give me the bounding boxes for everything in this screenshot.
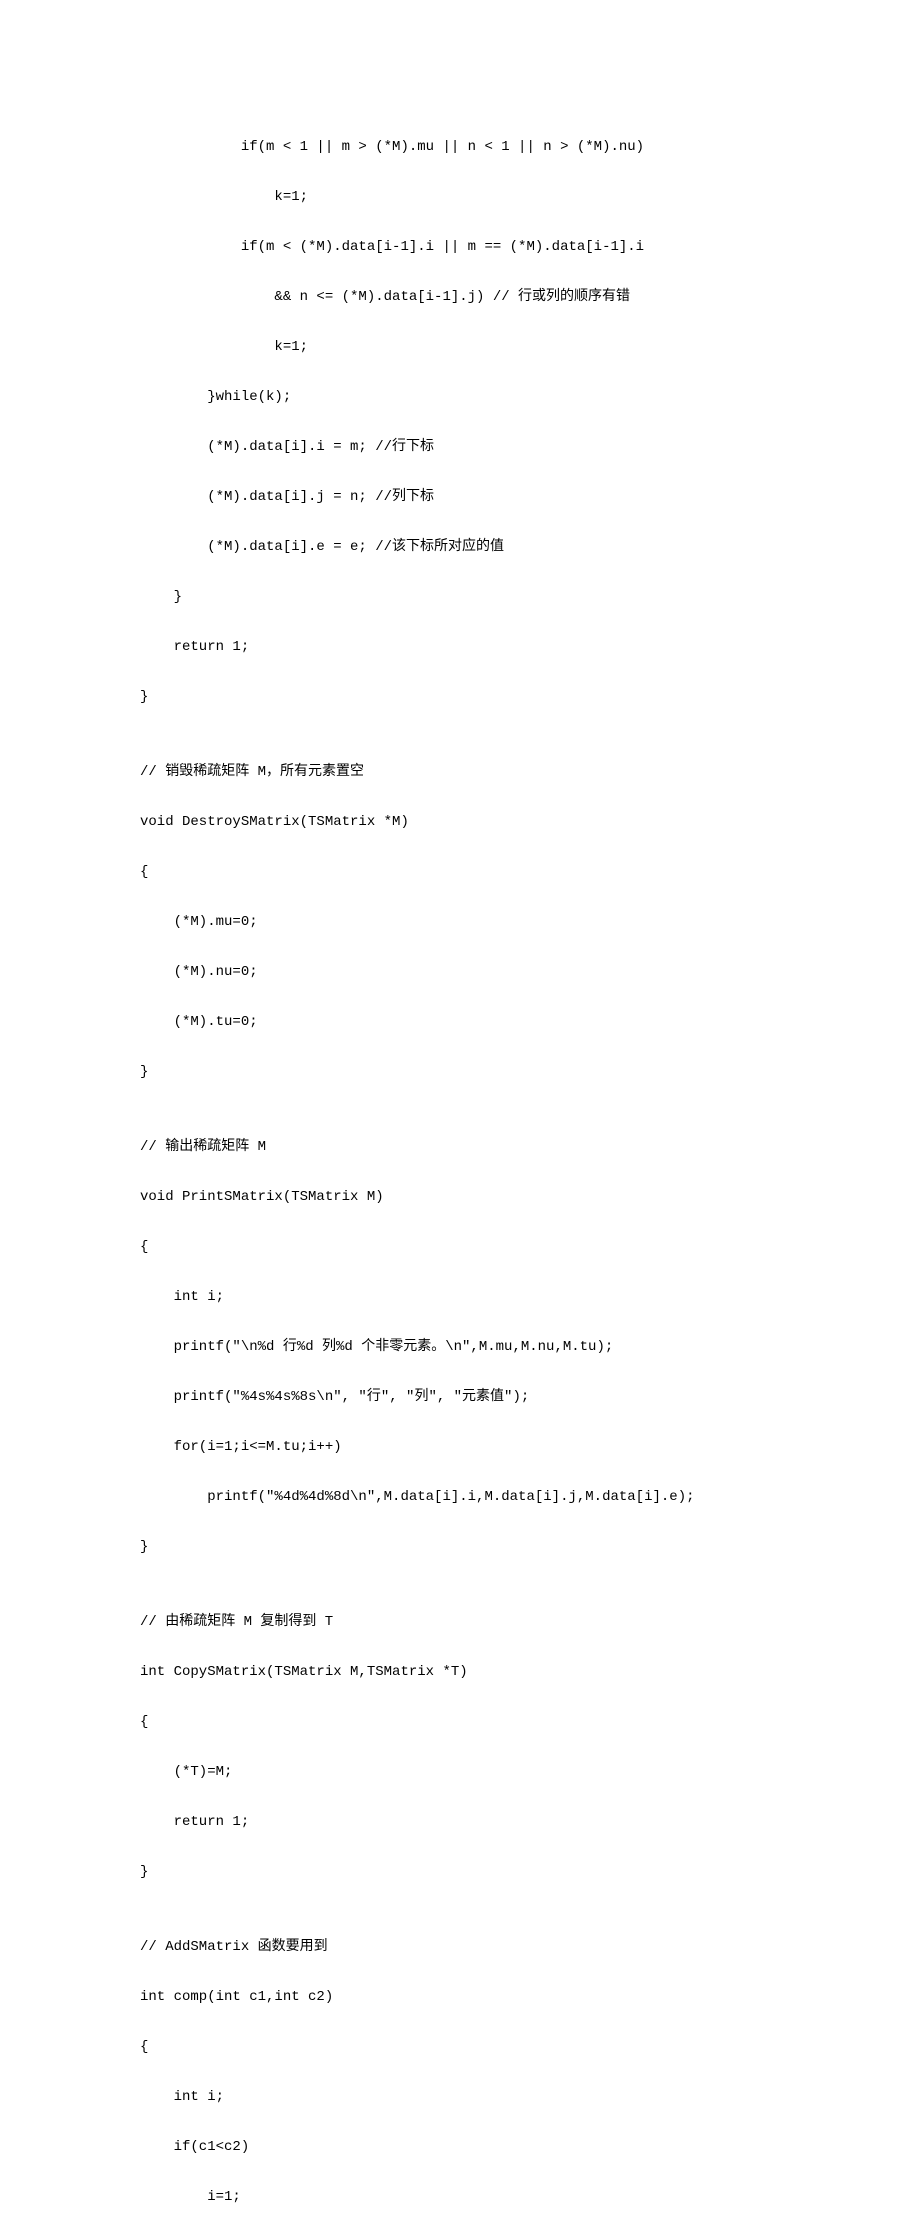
- code-line: (*T)=M;: [140, 1760, 920, 1785]
- code-line: (*M).mu=0;: [140, 910, 920, 935]
- code-line: (*M).data[i].j = n; //列下标: [140, 485, 920, 510]
- code-line: return 1;: [140, 1810, 920, 1835]
- code-line: int i;: [140, 2085, 920, 2110]
- code-line: }while(k);: [140, 385, 920, 410]
- code-line: if(m < (*M).data[i-1].i || m == (*M).dat…: [140, 235, 920, 260]
- code-line: return 1;: [140, 635, 920, 660]
- code-line: }: [140, 1060, 920, 1085]
- code-line: if(c1<c2): [140, 2135, 920, 2160]
- code-line: int comp(int c1,int c2): [140, 1985, 920, 2010]
- code-line: (*M).tu=0;: [140, 1010, 920, 1035]
- code-line: // 销毁稀疏矩阵 M，所有元素置空: [140, 760, 920, 785]
- code-line: if(m < 1 || m > (*M).mu || n < 1 || n > …: [140, 135, 920, 160]
- code-line: (*M).nu=0;: [140, 960, 920, 985]
- code-line: printf("%4d%4d%8d\n",M.data[i].i,M.data[…: [140, 1485, 920, 1510]
- code-line: void DestroySMatrix(TSMatrix *M): [140, 810, 920, 835]
- code-line: (*M).data[i].e = e; //该下标所对应的值: [140, 535, 920, 560]
- code-line: // 由稀疏矩阵 M 复制得到 T: [140, 1610, 920, 1635]
- code-line: printf("\n%d 行%d 列%d 个非零元素。\n",M.mu,M.nu…: [140, 1335, 920, 1360]
- code-document: if(m < 1 || m > (*M).mu || n < 1 || n > …: [0, 0, 920, 2235]
- code-line: k=1;: [140, 185, 920, 210]
- code-line: }: [140, 1860, 920, 1885]
- code-line: int CopySMatrix(TSMatrix M,TSMatrix *T): [140, 1660, 920, 1685]
- code-line: k=1;: [140, 335, 920, 360]
- code-line: {: [140, 1710, 920, 1735]
- code-line: {: [140, 860, 920, 885]
- code-line: i=1;: [140, 2185, 920, 2210]
- code-line: printf("%4s%4s%8s\n", "行", "列", "元素值");: [140, 1385, 920, 1410]
- code-line: (*M).data[i].i = m; //行下标: [140, 435, 920, 460]
- code-line: void PrintSMatrix(TSMatrix M): [140, 1185, 920, 1210]
- code-line: {: [140, 1235, 920, 1260]
- code-line: }: [140, 1535, 920, 1560]
- code-line: }: [140, 685, 920, 710]
- code-line: {: [140, 2035, 920, 2060]
- code-line: // 输出稀疏矩阵 M: [140, 1135, 920, 1160]
- code-line: // AddSMatrix 函数要用到: [140, 1935, 920, 1960]
- code-line: int i;: [140, 1285, 920, 1310]
- code-line: && n <= (*M).data[i-1].j) // 行或列的顺序有错: [140, 285, 920, 310]
- code-line: for(i=1;i<=M.tu;i++): [140, 1435, 920, 1460]
- code-line: }: [140, 585, 920, 610]
